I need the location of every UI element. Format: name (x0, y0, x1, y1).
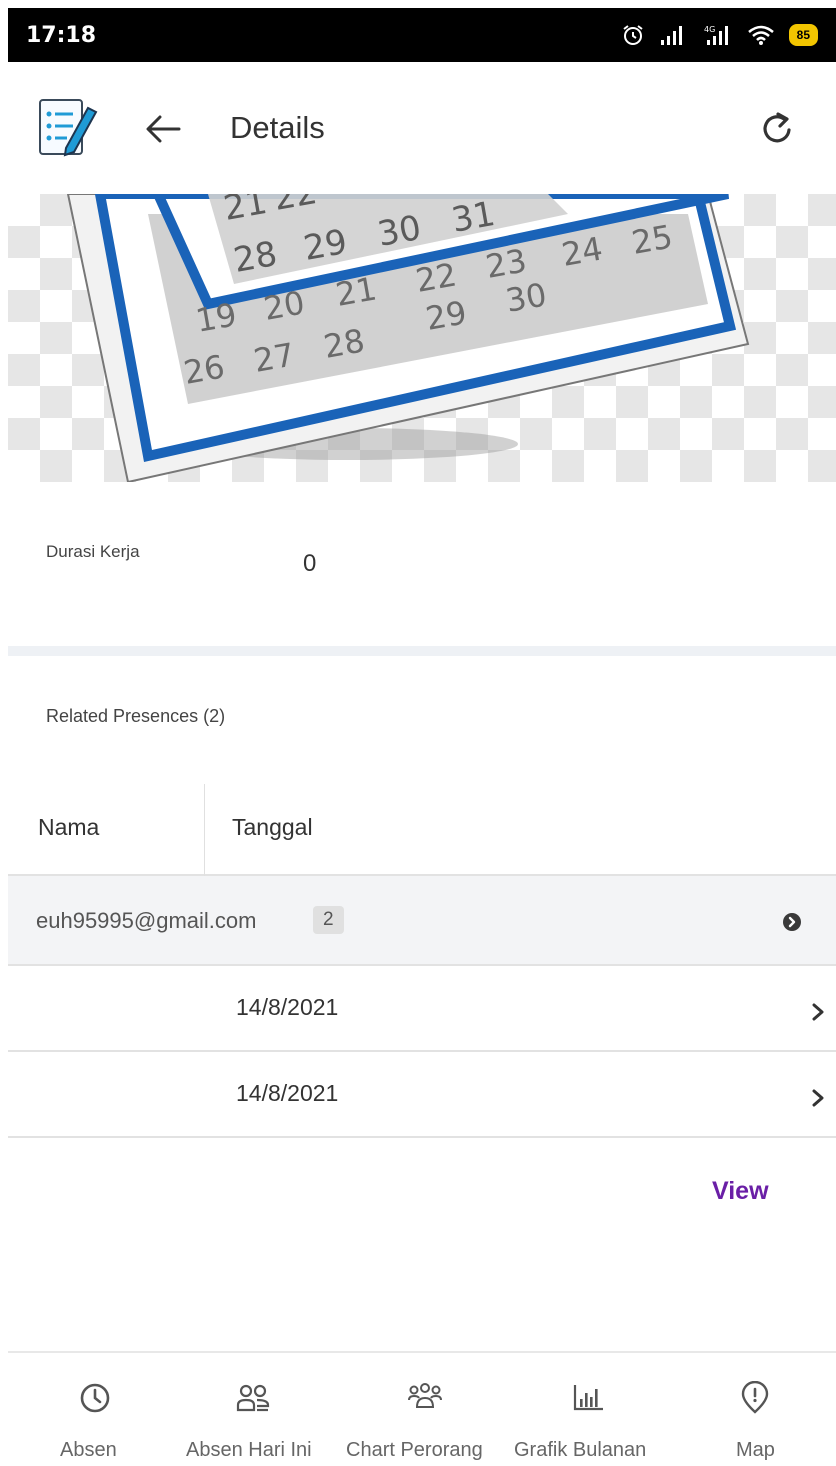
group-email: euh95995@gmail.com (36, 908, 257, 933)
svg-text:4G: 4G (704, 25, 715, 34)
app-bar: Details (8, 62, 836, 194)
row-date: 14/8/2021 (236, 1080, 339, 1106)
wifi-icon (747, 25, 774, 45)
nav-item-chart-perorang[interactable]: Chart Perorang (346, 1353, 512, 1466)
nav-label-chart-perorang: Chart Perorang (346, 1439, 483, 1461)
table-row[interactable]: 14/8/2021 (8, 966, 836, 1052)
nav-label-absen: Absen (60, 1439, 117, 1461)
group-icon (408, 1383, 442, 1408)
bar-chart-icon (573, 1385, 603, 1411)
status-bar: 17:18 4G 85 (8, 8, 836, 62)
nav-item-absen[interactable]: Absen (52, 1353, 142, 1466)
durasi-kerja-label: Durasi Kerja (46, 542, 140, 561)
map-pin-icon (741, 1381, 769, 1414)
nav-label-map: Map (736, 1439, 775, 1461)
people-icon (236, 1384, 270, 1412)
row-date: 14/8/2021 (236, 994, 339, 1020)
svg-text:30: 30 (375, 208, 425, 255)
nav-item-absen-hari-ini[interactable]: Absen Hari Ini (184, 1353, 344, 1466)
alarm-icon (623, 25, 643, 45)
section-divider (8, 646, 836, 656)
nav-item-map[interactable]: Map (718, 1353, 798, 1466)
back-button[interactable] (138, 104, 188, 154)
svg-text:19: 19 (193, 295, 240, 339)
svg-text:23: 23 (483, 241, 530, 285)
svg-text:29: 29 (301, 222, 351, 269)
nav-label-absen-hari-ini: Absen Hari Ini (186, 1439, 312, 1461)
column-header-nama[interactable]: Nama (38, 814, 99, 841)
hero-calendar-image: 21 22 28 29 30 31 26 27 28 29 30 19 20 2… (8, 194, 836, 482)
svg-text:28: 28 (231, 234, 281, 281)
table-header: Nama Tanggal (8, 784, 836, 876)
column-separator (204, 784, 205, 876)
durasi-kerja-value: 0 (303, 550, 317, 577)
svg-text:31: 31 (449, 194, 499, 241)
column-header-tanggal[interactable]: Tanggal (232, 814, 313, 841)
table-row[interactable]: 14/8/2021 (8, 1052, 836, 1138)
svg-text:27: 27 (251, 335, 298, 379)
clock-icon (80, 1383, 110, 1413)
bottom-nav: Absen Absen Hari Ini Chart Perorang Graf… (8, 1351, 836, 1466)
chevron-right-icon (812, 1089, 824, 1107)
refresh-icon (763, 112, 791, 143)
related-presences-title: Related Presences (2) (46, 706, 226, 726)
checklist-logo-icon (39, 99, 98, 157)
nav-item-grafik-bulanan[interactable]: Grafik Bulanan (514, 1353, 674, 1466)
chevron-circle-right-icon (783, 913, 801, 931)
group-row[interactable]: euh95995@gmail.com 2 (8, 876, 836, 966)
svg-text:26: 26 (181, 347, 228, 391)
svg-text:20: 20 (261, 283, 308, 327)
nav-label-grafik-bulanan: Grafik Bulanan (514, 1439, 647, 1461)
status-time: 17:18 (26, 22, 97, 48)
svg-text:22: 22 (413, 255, 460, 299)
svg-text:25: 25 (629, 217, 676, 261)
signal-icon (660, 26, 682, 45)
signal-4g-icon: 4G (704, 25, 728, 45)
calendar-illustration: 21 22 28 29 30 31 26 27 28 29 30 19 20 2… (66, 194, 750, 482)
arrow-left-icon (146, 115, 181, 143)
svg-text:29: 29 (423, 293, 470, 337)
svg-text:24: 24 (559, 229, 606, 273)
svg-text:21: 21 (333, 269, 380, 313)
status-icons: 4G 85 (621, 23, 818, 47)
chevron-right-icon (812, 1003, 824, 1021)
view-link[interactable]: View (712, 1177, 769, 1206)
svg-text:28: 28 (321, 321, 368, 365)
page-title: Details (230, 110, 325, 145)
group-count-badge: 2 (313, 906, 344, 934)
battery-indicator: 85 (788, 24, 818, 46)
refresh-button[interactable] (752, 104, 802, 154)
